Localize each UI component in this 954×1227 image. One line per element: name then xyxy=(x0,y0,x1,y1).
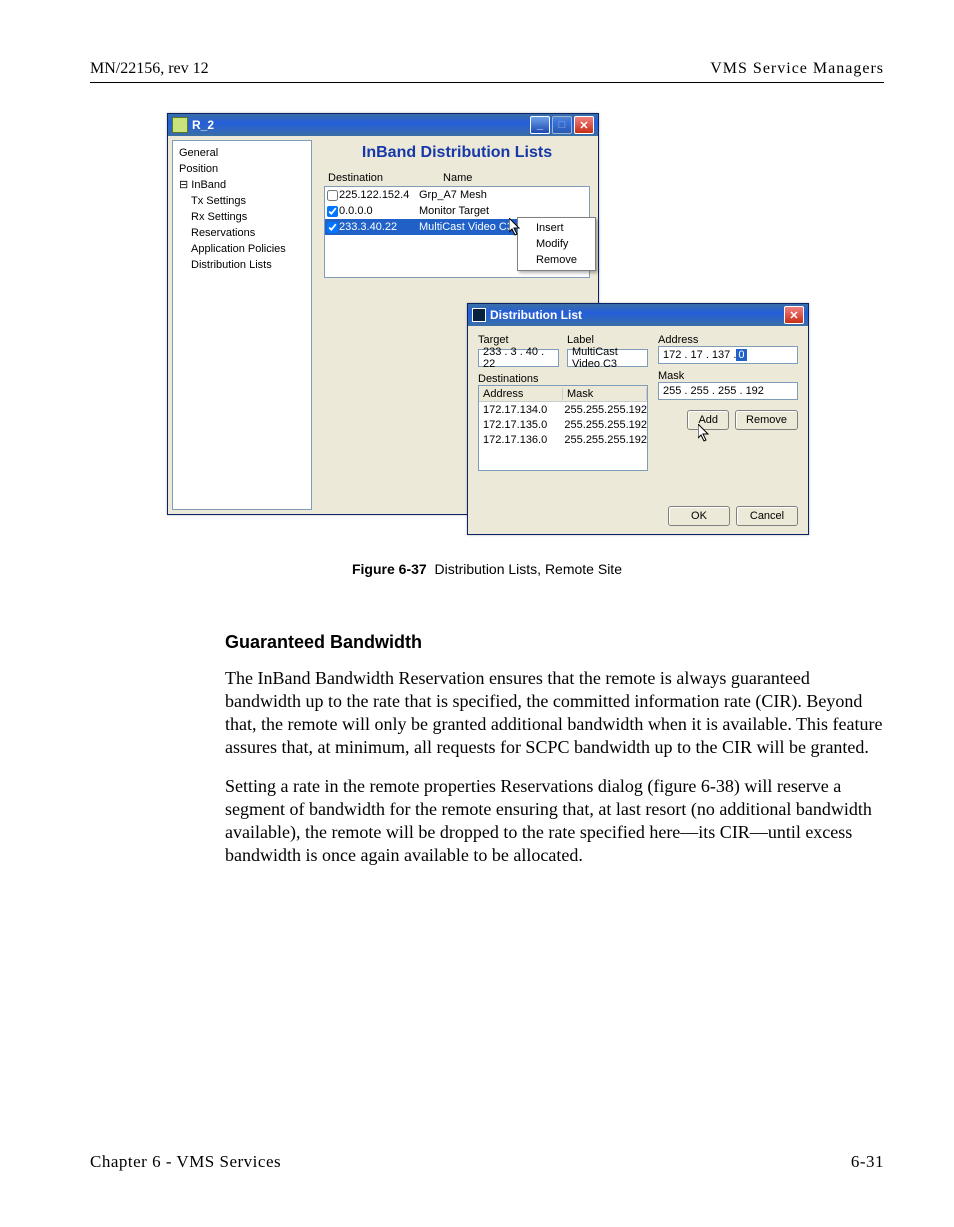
app-icon xyxy=(172,117,188,133)
figure-caption: Figure 6-37 Distribution Lists, Remote S… xyxy=(90,561,884,577)
nav-tree[interactable]: General Position ⊟ InBand Tx Settings Rx… xyxy=(172,140,312,510)
ctx-insert[interactable]: Insert xyxy=(518,220,595,236)
context-menu[interactable]: Insert Modify Remove xyxy=(517,217,596,271)
col-mask: Mask xyxy=(563,388,647,400)
ctx-remove[interactable]: Remove xyxy=(518,252,595,268)
figure-number: Figure 6-37 xyxy=(352,561,427,577)
tree-reservations[interactable]: Reservations xyxy=(179,225,305,241)
col-destination: Destination xyxy=(328,172,383,184)
dialog-icon xyxy=(472,308,486,322)
paragraph-1: The InBand Bandwidth Reservation ensures… xyxy=(225,667,884,759)
destinations-list[interactable]: Address Mask 172.17.134.0 255.255.255.19… xyxy=(478,385,648,471)
header-rule xyxy=(90,82,884,83)
cell-destination: 233.3.40.22 xyxy=(339,221,419,233)
tree-inband[interactable]: ⊟ InBand xyxy=(179,177,305,193)
tree-position[interactable]: Position xyxy=(179,161,305,177)
address-selection: 0 xyxy=(736,349,746,361)
ok-button[interactable]: OK xyxy=(668,506,730,526)
tree-tx[interactable]: Tx Settings xyxy=(179,193,305,209)
grid-row[interactable]: 225.122.152.4 Grp_A7 Mesh xyxy=(325,187,589,203)
footer-left: Chapter 6 - VMS Services xyxy=(90,1152,281,1172)
minimize-button[interactable]: _ xyxy=(530,116,550,134)
target-label: Target xyxy=(478,334,559,346)
cell-address: 172.17.136.0 xyxy=(479,434,560,446)
target-input[interactable]: 233 . 3 . 40 . 22 xyxy=(478,349,559,367)
address-input[interactable]: 172 . 17 . 137 . 0 xyxy=(658,346,798,364)
cell-destination: 0.0.0.0 xyxy=(339,205,419,217)
titlebar-r2[interactable]: R_2 _ □ ✕ xyxy=(168,114,598,136)
paragraph-2: Setting a rate in the remote properties … xyxy=(225,775,884,867)
page-footer: Chapter 6 - VMS Services 6-31 xyxy=(90,1152,884,1172)
panel-title: InBand Distribution Lists xyxy=(324,144,590,162)
destinations-heading: Destinations xyxy=(478,373,648,385)
cell-mask: 255.255.255.192 xyxy=(560,419,647,431)
window-title: R_2 xyxy=(192,118,214,132)
tree-rx[interactable]: Rx Settings xyxy=(179,209,305,225)
remove-button[interactable]: Remove xyxy=(735,410,798,430)
header-right: VMS Service Managers xyxy=(710,60,884,78)
col-address: Address xyxy=(479,388,563,400)
screenshot-composite: R_2 _ □ ✕ General Position ⊟ InBand Tx S… xyxy=(167,113,807,553)
page-header: MN/22156, rev 12 VMS Service Managers xyxy=(90,60,884,78)
row-checkbox[interactable] xyxy=(327,190,338,201)
row-checkbox[interactable] xyxy=(327,206,338,217)
ctx-modify[interactable]: Modify xyxy=(518,236,595,252)
cancel-button[interactable]: Cancel xyxy=(736,506,798,526)
dialog-titlebar[interactable]: Distribution List ✕ xyxy=(468,304,808,326)
dest-row[interactable]: 172.17.134.0 255.255.255.192 xyxy=(479,402,647,417)
label-label: Label xyxy=(567,334,648,346)
cell-name: Monitor Target xyxy=(419,205,589,217)
dest-row[interactable]: 172.17.135.0 255.255.255.192 xyxy=(479,417,647,432)
cell-mask: 255.255.255.192 xyxy=(560,404,647,416)
header-left: MN/22156, rev 12 xyxy=(90,60,209,78)
subsection-heading: Guaranteed Bandwidth xyxy=(225,632,884,653)
dialog-close-button[interactable]: ✕ xyxy=(784,306,804,324)
dialog-title: Distribution List xyxy=(490,308,582,322)
row-checkbox[interactable] xyxy=(327,222,338,233)
tree-general[interactable]: General xyxy=(179,145,305,161)
cell-destination: 225.122.152.4 xyxy=(339,189,419,201)
cell-name: Grp_A7 Mesh xyxy=(419,189,589,201)
dialog-distribution-list: Distribution List ✕ Target 233 . 3 . 40 … xyxy=(467,303,809,535)
mask-label: Mask xyxy=(658,370,798,382)
label-input[interactable]: MultiCast Video C3 xyxy=(567,349,648,367)
address-prefix: 172 . 17 . 137 . xyxy=(663,349,736,361)
figure-title: Distribution Lists, Remote Site xyxy=(434,561,622,577)
tree-app-policies[interactable]: Application Policies xyxy=(179,241,305,257)
col-name: Name xyxy=(443,172,472,184)
cell-address: 172.17.135.0 xyxy=(479,419,560,431)
maximize-button[interactable]: □ xyxy=(552,116,572,134)
add-button[interactable]: Add xyxy=(687,410,729,430)
cell-mask: 255.255.255.192 xyxy=(560,434,647,446)
mask-input[interactable]: 255 . 255 . 255 . 192 xyxy=(658,382,798,400)
tree-dist-lists[interactable]: Distribution Lists xyxy=(179,257,305,273)
dest-row[interactable]: 172.17.136.0 255.255.255.192 xyxy=(479,432,647,447)
close-button[interactable]: ✕ xyxy=(574,116,594,134)
footer-right: 6-31 xyxy=(851,1152,884,1172)
cell-address: 172.17.134.0 xyxy=(479,404,560,416)
figure-6-37: R_2 _ □ ✕ General Position ⊟ InBand Tx S… xyxy=(90,113,884,553)
address-label: Address xyxy=(658,334,798,346)
